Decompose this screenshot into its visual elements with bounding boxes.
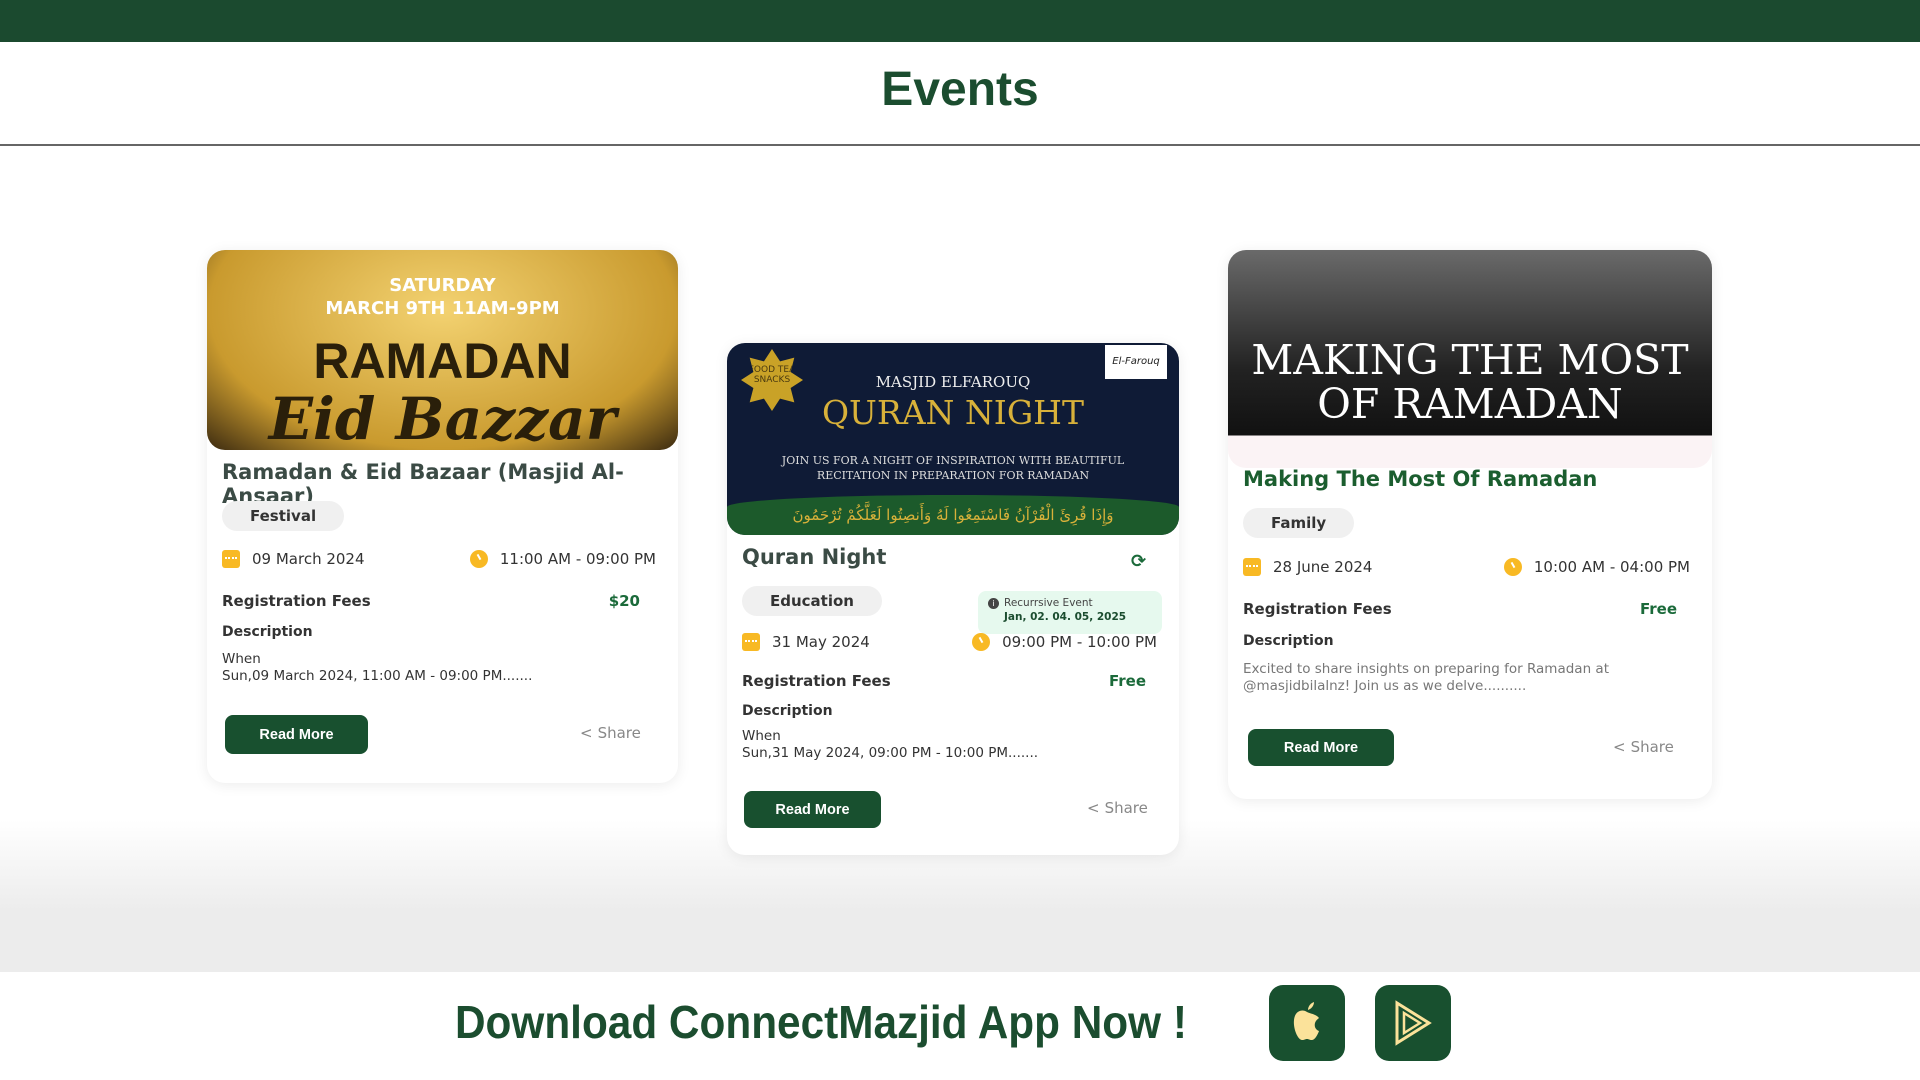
divider bbox=[0, 144, 1920, 146]
share-label: Share bbox=[1630, 738, 1674, 756]
share-label: Share bbox=[1104, 799, 1148, 817]
apple-icon bbox=[1293, 1002, 1319, 1040]
category-chip: Education bbox=[742, 586, 882, 616]
description-label: Description bbox=[742, 703, 833, 719]
description-line: Sun,09 March 2024, 11:00 AM - 09:00 PM..… bbox=[222, 668, 533, 684]
image-text: MARCH 9TH 11AM-9PM bbox=[325, 298, 560, 319]
description-line: When bbox=[222, 651, 261, 667]
description-label: Description bbox=[1243, 633, 1334, 649]
play-store-button[interactable] bbox=[1375, 985, 1451, 1061]
image-text: QURAN NIGHT bbox=[822, 393, 1084, 432]
event-card: FOOD TEA SNACKS El-Farouq MASJID ELFAROU… bbox=[727, 343, 1179, 855]
play-icon bbox=[1395, 1000, 1432, 1046]
share-icon: < bbox=[580, 724, 593, 742]
description-line: Sun,31 May 2024, 09:00 PM - 10:00 PM....… bbox=[742, 745, 1039, 761]
description-line: @masjidbilalnz! Join us as we delve.....… bbox=[1243, 678, 1527, 694]
share-button[interactable]: < Share bbox=[1087, 799, 1148, 817]
tooltip-label: Recurrsive Event bbox=[1004, 597, 1093, 609]
image-text: RAMADAN bbox=[313, 333, 572, 389]
fees-label: Registration Fees bbox=[222, 592, 371, 610]
event-date: 09 March 2024 bbox=[252, 550, 365, 568]
clock-icon bbox=[469, 550, 488, 568]
event-card: MAKING THE MOST OF RAMADAN Making The Mo… bbox=[1228, 250, 1712, 799]
info-icon: i bbox=[988, 598, 999, 609]
event-title[interactable]: Making The Most Of Ramadan bbox=[1243, 467, 1597, 491]
event-time: 10:00 AM - 04:00 PM bbox=[1533, 558, 1690, 576]
image-text: MAKING THE MOST bbox=[1251, 336, 1689, 384]
event-time: 09:00 PM - 10:00 PM bbox=[1002, 633, 1157, 651]
description-line: When bbox=[742, 728, 781, 744]
page-title: Events bbox=[881, 63, 1039, 116]
image-text: Eid Bazzar bbox=[268, 385, 617, 450]
fees-label: Registration Fees bbox=[742, 672, 891, 690]
read-more-button[interactable]: Read More bbox=[744, 791, 881, 828]
event-date: 31 May 2024 bbox=[772, 633, 870, 651]
share-button[interactable]: < Share bbox=[1613, 738, 1674, 756]
fees-value: Free bbox=[1639, 600, 1677, 618]
read-more-button[interactable]: Read More bbox=[1248, 729, 1394, 766]
clock-icon bbox=[1503, 558, 1522, 576]
event-card: SATURDAY MARCH 9TH 11AM-9PM RAMADAN Eid … bbox=[207, 250, 678, 783]
description-line: Excited to share insights on preparing f… bbox=[1243, 661, 1609, 677]
image-text: OF RAMADAN bbox=[1317, 380, 1623, 428]
calendar-icon bbox=[1243, 558, 1261, 576]
event-time: 11:00 AM - 09:00 PM bbox=[499, 550, 656, 568]
clock-icon bbox=[972, 633, 991, 651]
tooltip-dates: Jan, 02. 04. 05, 2025 bbox=[1004, 611, 1127, 623]
share-icon: < bbox=[1087, 799, 1100, 817]
category-chip: Family bbox=[1243, 508, 1355, 538]
read-more-button[interactable]: Read More bbox=[225, 715, 368, 754]
share-label: Share bbox=[597, 724, 641, 742]
category-chip: Festival bbox=[222, 501, 345, 531]
event-image[interactable]: SATURDAY MARCH 9TH 11AM-9PM RAMADAN Eid … bbox=[207, 250, 678, 450]
calendar-icon bbox=[222, 550, 240, 568]
fees-value: $20 bbox=[608, 592, 640, 610]
event-date: 28 June 2024 bbox=[1273, 558, 1373, 576]
download-text: Download ConnectMazjid App Now ! bbox=[455, 996, 1187, 1048]
description-label: Description bbox=[222, 624, 313, 640]
image-text: JOIN US FOR A NIGHT OF INSPIRATION WITH … bbox=[781, 454, 1125, 482]
fees-label: Registration Fees bbox=[1243, 600, 1392, 618]
share-button[interactable]: < Share bbox=[580, 724, 641, 742]
calendar-icon bbox=[742, 633, 760, 651]
event-image[interactable]: FOOD TEA SNACKS El-Farouq MASJID ELFAROU… bbox=[727, 343, 1179, 535]
fees-value: Free bbox=[1108, 672, 1146, 690]
event-title[interactable]: Quran Night bbox=[742, 545, 886, 569]
image-text: MASJID ELFAROUQ bbox=[875, 373, 1031, 391]
recurring-icon[interactable]: ⟳ bbox=[1131, 551, 1146, 572]
top-bar bbox=[0, 0, 1920, 42]
share-icon: < bbox=[1613, 738, 1626, 756]
image-text: SATURDAY bbox=[389, 275, 496, 296]
app-store-button[interactable] bbox=[1269, 985, 1345, 1061]
recurring-tooltip: i Recurrsive Event Jan, 02. 04. 05, 2025 bbox=[978, 591, 1162, 634]
image-text: وَإِذَا قُرِئَ الْقُرْآنُ فَاسْتَمِعُوا … bbox=[727, 495, 1179, 535]
event-image[interactable]: MAKING THE MOST OF RAMADAN bbox=[1228, 250, 1712, 468]
